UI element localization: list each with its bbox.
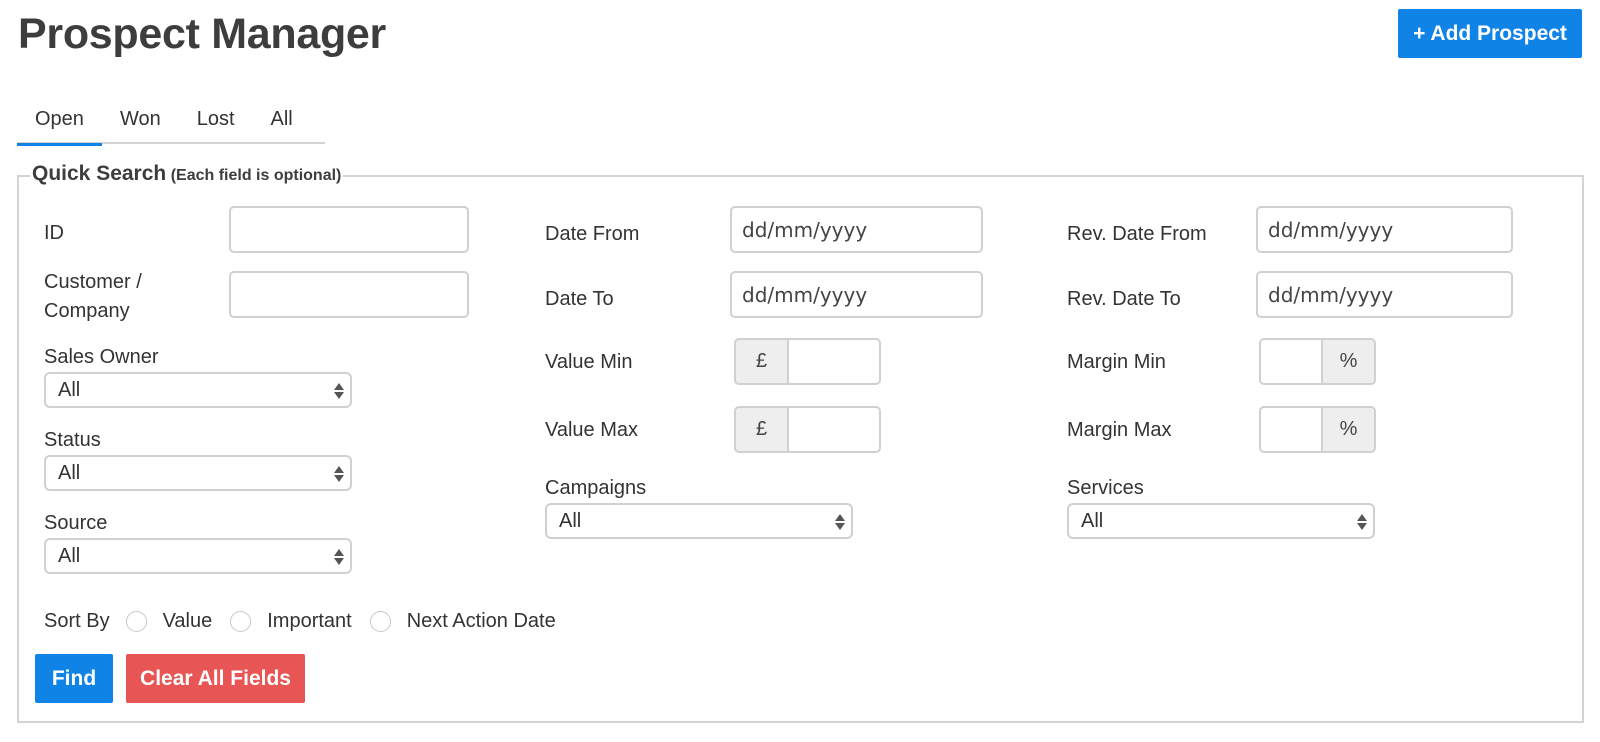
- date-from-input[interactable]: [730, 206, 983, 253]
- customer-label-line2: Company: [44, 300, 130, 322]
- value-max-label: Value Max: [545, 419, 639, 441]
- page-title: Prospect Manager: [18, 10, 386, 58]
- add-prospect-button[interactable]: + Add Prospect: [1398, 9, 1582, 58]
- id-label: ID: [44, 222, 64, 244]
- quick-search-title: Quick Search: [32, 162, 167, 185]
- percent-icon: %: [1322, 406, 1376, 453]
- select-arrows-icon: [1357, 512, 1367, 532]
- date-from-label: Date From: [545, 223, 640, 245]
- services-value: All: [1081, 509, 1104, 532]
- value-min-label: Value Min: [545, 351, 633, 373]
- sales-owner-value: All: [58, 378, 81, 401]
- source-select[interactable]: All: [44, 538, 352, 574]
- margin-max-group: %: [1259, 406, 1376, 453]
- select-arrows-icon: [334, 547, 344, 567]
- customer-label-line1: Customer /: [44, 271, 142, 293]
- pound-icon: £: [734, 406, 788, 453]
- date-to-label: Date To: [545, 288, 614, 310]
- tab-open[interactable]: Open: [17, 100, 102, 146]
- campaigns-label: Campaigns: [545, 477, 647, 499]
- services-label: Services: [1067, 477, 1144, 499]
- value-max-input[interactable]: [788, 406, 881, 453]
- sales-owner-label: Sales Owner: [44, 346, 159, 368]
- tab-lost[interactable]: Lost: [179, 100, 253, 144]
- sort-value-label[interactable]: Value: [163, 610, 213, 633]
- margin-min-input[interactable]: [1259, 338, 1322, 385]
- quick-search-legend: Quick Search (Each field is optional): [30, 162, 344, 186]
- quick-search-note: (Each field is optional): [170, 167, 342, 184]
- campaigns-value: All: [559, 509, 582, 532]
- status-select[interactable]: All: [44, 455, 352, 491]
- sort-next-action-date-radio[interactable]: [369, 611, 391, 632]
- select-arrows-icon: [334, 464, 344, 484]
- tab-all[interactable]: All: [253, 100, 311, 144]
- status-label: Status: [44, 429, 101, 451]
- clear-all-fields-button[interactable]: Clear All Fields: [126, 654, 305, 703]
- tab-won[interactable]: Won: [102, 100, 179, 144]
- rev-date-from-label: Rev. Date From: [1067, 223, 1207, 245]
- rev-date-to-input[interactable]: [1256, 271, 1513, 318]
- id-input[interactable]: [229, 206, 469, 253]
- select-arrows-icon: [334, 381, 344, 401]
- sort-important-label[interactable]: Important: [267, 610, 351, 633]
- sort-value-radio[interactable]: [125, 611, 147, 632]
- rev-date-to-label: Rev. Date To: [1067, 288, 1181, 310]
- campaigns-select[interactable]: All: [545, 503, 853, 539]
- date-to-input[interactable]: [730, 271, 983, 318]
- margin-min-label: Margin Min: [1067, 351, 1166, 373]
- margin-max-input[interactable]: [1259, 406, 1322, 453]
- sort-next-action-date-label[interactable]: Next Action Date: [407, 610, 556, 633]
- status-tabs: Open Won Lost All: [17, 100, 325, 146]
- value-min-input[interactable]: [788, 338, 881, 385]
- value-max-group: £: [734, 406, 881, 453]
- percent-icon: %: [1322, 338, 1376, 385]
- find-button[interactable]: Find: [35, 654, 113, 703]
- sort-important-radio[interactable]: [230, 611, 252, 632]
- source-value: All: [58, 544, 81, 567]
- margin-min-group: %: [1259, 338, 1376, 385]
- source-label: Source: [44, 512, 108, 534]
- sales-owner-select[interactable]: All: [44, 372, 352, 408]
- rev-date-from-input[interactable]: [1256, 206, 1513, 253]
- pound-icon: £: [734, 338, 788, 385]
- services-select[interactable]: All: [1067, 503, 1375, 539]
- customer-company-input[interactable]: [229, 271, 469, 318]
- select-arrows-icon: [835, 512, 845, 532]
- sort-by-row: Sort By Value Important Next Action Date: [44, 610, 556, 633]
- status-value: All: [58, 461, 81, 484]
- margin-max-label: Margin Max: [1067, 419, 1172, 441]
- value-min-group: £: [734, 338, 881, 385]
- sort-by-label: Sort By: [44, 610, 110, 632]
